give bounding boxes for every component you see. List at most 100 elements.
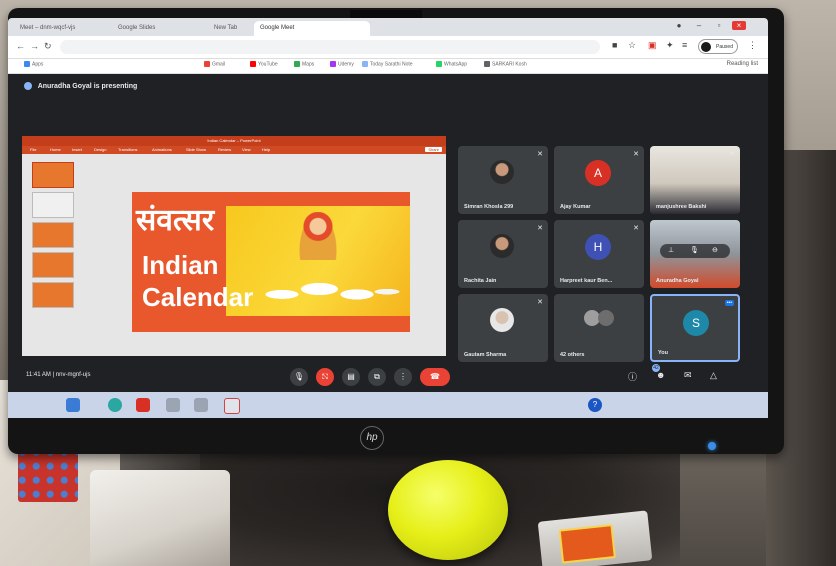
yellow-ball <box>388 460 508 560</box>
participant-tile[interactable]: ✕ manjushree Bakshi <box>650 146 740 214</box>
browser-tab[interactable]: Google Slides <box>112 21 214 36</box>
ribbon-tab: View <box>242 147 251 152</box>
profile-label: Paused <box>716 44 733 50</box>
pdf-reader-icon[interactable] <box>136 398 150 412</box>
bookmark-item[interactable]: SARKARI Kosh <box>484 61 527 67</box>
participant-name: Rachita Jain <box>464 278 497 284</box>
bookmark-item[interactable]: Maps <box>294 61 314 67</box>
participant-name: Ajay Kumar <box>560 204 591 210</box>
participant-tile[interactable]: ✕ Simran Khosla 299 <box>458 146 548 214</box>
edge-icon[interactable] <box>108 398 122 412</box>
bookmark-item[interactable]: Udemy <box>330 61 354 67</box>
avatar <box>701 42 711 52</box>
photo-scene: Meet – dnm-wqcf-vjs Google Slides New Ta… <box>0 0 836 566</box>
extensions-icon[interactable]: ✦ <box>666 40 674 51</box>
shared-presentation: Indian Calendar – PowerPoint File Home I… <box>22 136 446 356</box>
participant-tile[interactable]: ⊥ 🎙 ⊖ Anuradha Goyal <box>650 220 740 288</box>
box-label <box>558 524 616 564</box>
slide-thumbnail <box>32 222 74 248</box>
avatar <box>490 234 514 258</box>
ppt-titlebar: Indian Calendar – PowerPoint <box>22 136 446 146</box>
camera-permission-icon[interactable]: ■ <box>612 40 617 50</box>
participant-tile[interactable]: H ✕ Harpreet kaur Ben... <box>554 220 644 288</box>
ribbon-tab: Transitions <box>118 147 138 152</box>
taskbar-app-icon[interactable] <box>166 398 180 412</box>
more-options-icon[interactable]: ••• <box>724 300 734 306</box>
people-icon[interactable]: ☻ <box>656 370 665 380</box>
bookmark-item[interactable]: Apps <box>24 61 43 67</box>
mic-off-icon: ✕ <box>537 225 543 232</box>
mic-icon[interactable]: 🎙 <box>690 246 699 254</box>
camera-off-button[interactable]: ⛞ <box>316 368 334 386</box>
browser-toolbar: ← → ↻ ■ ☆ ▣ ✦ ≡ Paused ⋮ <box>8 36 768 59</box>
slide-hindi-title: संवत्सर <box>136 203 215 238</box>
tile-hover-controls: ⊥ 🎙 ⊖ <box>660 244 730 258</box>
bookmark-item[interactable]: Today Sarathi Note <box>362 61 413 67</box>
browser-tab-active[interactable]: Google Meet <box>254 21 370 36</box>
participant-name: 42 others <box>560 352 585 358</box>
deity-illustration <box>298 212 338 260</box>
help-icon[interactable]: ? <box>588 398 602 412</box>
participant-name: Harpreet kaur Ben... <box>560 278 613 284</box>
close-icon[interactable]: × <box>732 21 746 30</box>
back-icon[interactable]: ← <box>16 41 25 51</box>
info-icon[interactable]: ⓘ <box>628 370 637 383</box>
avatar: H <box>585 234 611 260</box>
monitor: Meet – dnm-wqcf-vjs Google Slides New Ta… <box>8 8 784 454</box>
participant-tile[interactable]: A ✕ Ajay Kumar <box>554 146 644 214</box>
chrome-icon[interactable] <box>224 398 240 414</box>
mic-button[interactable]: 🎙 <box>290 368 308 386</box>
avatar <box>490 160 514 184</box>
profile-button[interactable]: Paused <box>698 39 738 54</box>
reading-list-button[interactable]: Reading list <box>727 61 758 67</box>
bookmark-item[interactable]: YouTube <box>250 61 278 67</box>
browser-tab[interactable]: New Tab <box>208 21 260 36</box>
participant-name: manjushree Bakshi <box>656 204 707 210</box>
minimize-icon[interactable]: – <box>692 21 706 30</box>
chat-icon[interactable]: ✉ <box>684 370 692 381</box>
bookmark-item[interactable]: Gmail <box>204 61 225 67</box>
cloud-illustration <box>252 262 402 316</box>
white-object <box>90 470 230 566</box>
start-icon[interactable] <box>66 398 80 412</box>
pin-icon[interactable]: ⊥ <box>668 246 674 254</box>
participant-name: Gautam Sharma <box>464 352 507 358</box>
meet-control-bar: 11:41 AM | nnv-mgnf-ujs 🎙 ⛞ ▤ ⧉ ⋮ ☎ ⓘ 42… <box>8 364 768 392</box>
ppt-ribbon: File Home Insert Design Transitions Anim… <box>22 146 446 154</box>
menu-kebab-icon[interactable]: ⋮ <box>748 40 757 51</box>
participant-name: Anuradha Goyal <box>656 278 699 284</box>
circle-icon[interactable]: ● <box>672 21 686 30</box>
end-call-button[interactable]: ☎ <box>420 368 450 386</box>
ribbon-tab: Review <box>218 147 232 152</box>
browser-tab[interactable]: Meet – dnm-wqcf-vjs <box>14 21 118 36</box>
self-tile[interactable]: S ••• You <box>650 294 740 362</box>
presenter-icon <box>24 82 32 90</box>
bookmark-item[interactable]: WhatsApp <box>436 61 467 67</box>
bookmarks-bar: Apps Gmail YouTube Maps Udemy Today Sara… <box>8 59 768 74</box>
screen: Meet – dnm-wqcf-vjs Google Slides New Ta… <box>8 18 768 418</box>
remove-icon[interactable]: ⊖ <box>712 246 718 254</box>
reload-icon[interactable]: ↻ <box>44 41 52 52</box>
forward-icon[interactable]: → <box>30 41 39 51</box>
participant-tile[interactable]: ✕ Rachita Jain <box>458 220 548 288</box>
slide-thumbnail <box>32 162 74 188</box>
mic-off-icon: ✕ <box>537 151 543 158</box>
activities-icon[interactable]: △ <box>710 370 717 381</box>
captions-button[interactable]: ▤ <box>342 368 360 386</box>
presenting-text: Anuradha Goyal is presenting <box>37 82 138 90</box>
present-button[interactable]: ⧉ <box>368 368 386 386</box>
pdf-extension-icon[interactable]: ▣ <box>648 40 657 51</box>
meet-view: Anuradha Goyal is presenting Indian Cale… <box>8 74 768 392</box>
others-tile[interactable]: 42 others <box>554 294 644 362</box>
mic-off-icon: ✕ <box>633 151 639 158</box>
participant-tile[interactable]: ✕ Gautam Sharma <box>458 294 548 362</box>
slide-title-line-1: Indian <box>142 250 219 280</box>
ribbon-tab: Insert <box>72 147 83 152</box>
media-icon[interactable]: ≡ <box>682 40 687 50</box>
more-options-button[interactable]: ⋮ <box>394 368 412 386</box>
maximize-icon[interactable]: ▫ <box>712 21 726 30</box>
power-light <box>708 442 716 450</box>
taskbar-app-icon[interactable] <box>194 398 208 412</box>
address-bar[interactable] <box>60 40 600 54</box>
bookmark-star-icon[interactable]: ☆ <box>628 40 636 51</box>
